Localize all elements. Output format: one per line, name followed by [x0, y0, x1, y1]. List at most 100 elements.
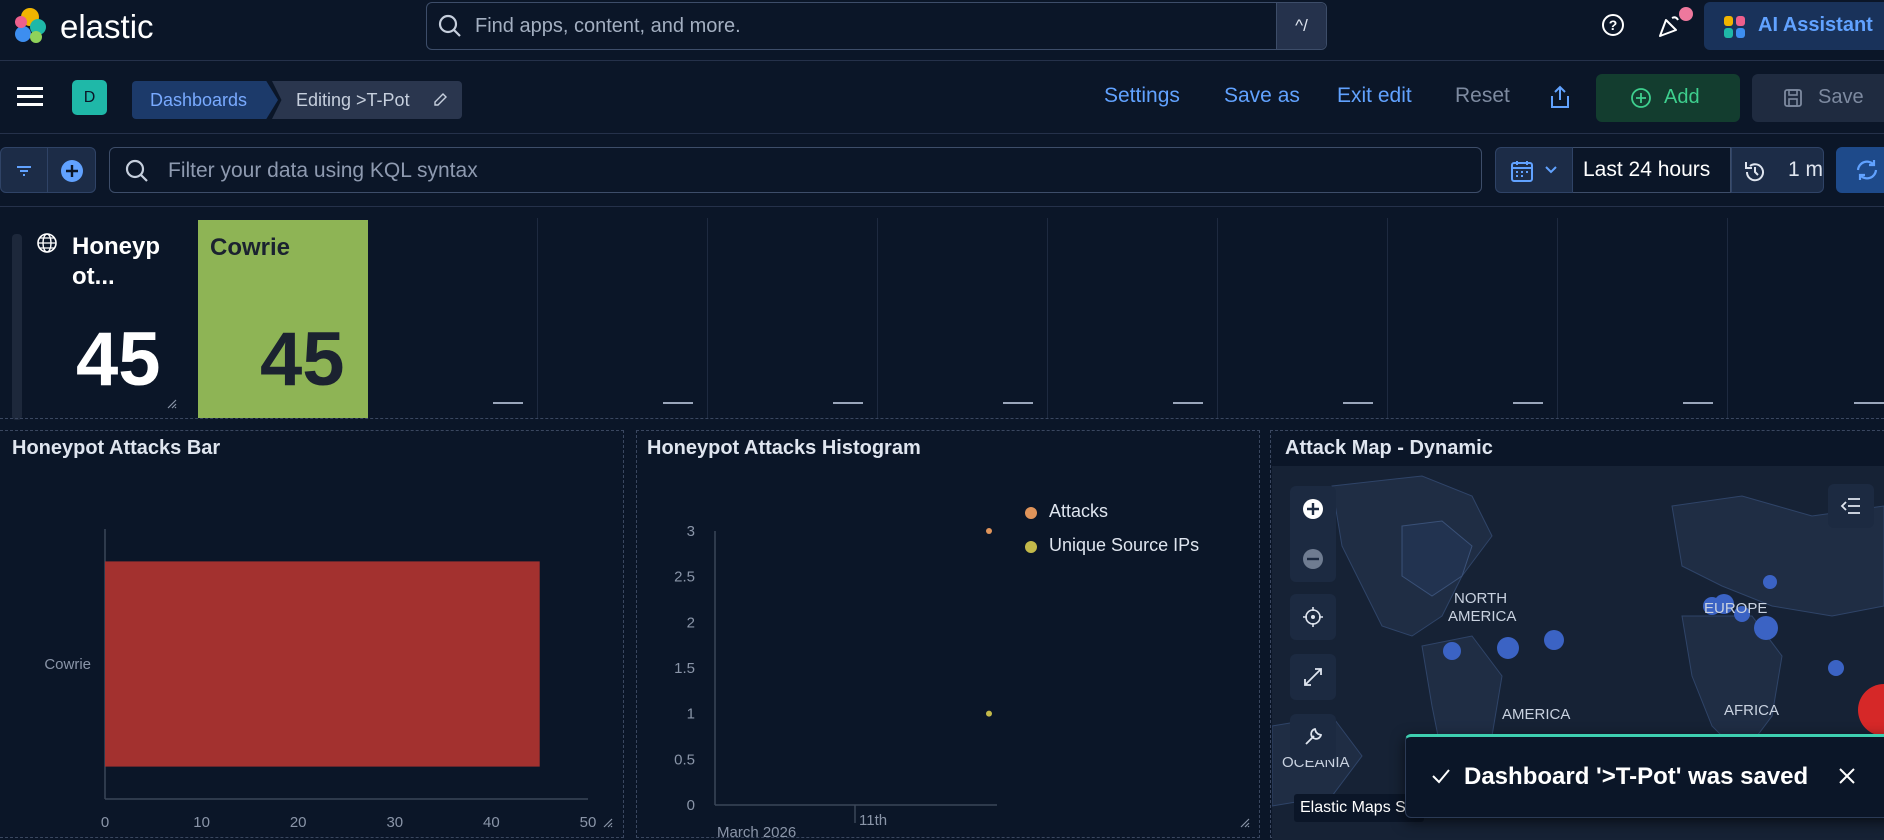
- filter-menu-button[interactable]: [0, 147, 48, 193]
- map-label: AMERICA: [1448, 608, 1517, 625]
- y-category-label: Cowrie: [44, 656, 91, 673]
- save-icon: [1784, 89, 1802, 107]
- add-panel-button[interactable]: Add: [1596, 74, 1740, 122]
- kql-query-input[interactable]: Filter your data using KQL syntax: [109, 147, 1482, 193]
- elastic-logo-icon[interactable]: [10, 6, 50, 46]
- metric-cell-empty: [1388, 218, 1558, 418]
- metric-cell-empty: [368, 218, 538, 418]
- query-bar: Filter your data using KQL syntax Last 2…: [0, 135, 1884, 207]
- add-filter-button[interactable]: [48, 147, 96, 193]
- panel-title: Honeypot Attacks Bar: [12, 437, 221, 459]
- ai-assistant-button[interactable]: AI Assistant: [1704, 2, 1884, 50]
- top-header: elastic Find apps, content, and more. ^/…: [0, 0, 1884, 61]
- collapse-left-icon: [1840, 498, 1860, 514]
- dashboard-toolbar: D Editing >T-Pot Dashboards Settings Sav…: [0, 62, 1884, 134]
- metric-value: 45: [260, 317, 345, 402]
- ai-assistant-label: AI Assistant: [1758, 14, 1873, 36]
- locate-button[interactable]: [1290, 594, 1336, 640]
- toast-message: Dashboard '>T-Pot' was saved: [1464, 763, 1809, 790]
- search-shortcut-badge: ^/: [1276, 3, 1326, 49]
- plus-circle-icon: [1631, 88, 1651, 108]
- resize-handle-icon[interactable]: [1239, 817, 1251, 829]
- map-label: AMERICA: [1502, 706, 1571, 723]
- refresh-button[interactable]: [1836, 147, 1884, 193]
- layer-panel-toggle[interactable]: [1828, 484, 1874, 528]
- map-tools-button[interactable]: [1290, 714, 1336, 760]
- exit-edit-link[interactable]: Exit edit: [1337, 84, 1412, 108]
- metric-panel-honeypot[interactable]: Honeyp ot... 45: [0, 218, 186, 420]
- add-label: Add: [1664, 86, 1700, 108]
- plus-circle-icon: [61, 160, 83, 182]
- metric-cell-empty: [538, 218, 708, 418]
- row-divider: [0, 418, 1884, 419]
- save-as-link[interactable]: Save as: [1224, 84, 1300, 108]
- histogram-chart: 0 0.5 1 1.5 2 2.5 3 March 2026 11th: [674, 523, 997, 837]
- breadcrumb-dashboards[interactable]: Dashboards: [132, 81, 278, 119]
- legend-label-attacks[interactable]: Attacks: [1049, 501, 1108, 522]
- time-range-display[interactable]: Last 24 hours: [1573, 147, 1731, 193]
- x-tick-label: 11th: [859, 812, 887, 829]
- x-axis-label: March 2026: [717, 824, 796, 837]
- expand-icon: [1304, 668, 1322, 686]
- reset-link[interactable]: Reset: [1455, 84, 1510, 108]
- breadcrumb-current[interactable]: Editing >T-Pot: [272, 81, 462, 119]
- map-label: NORTH: [1454, 590, 1508, 607]
- zoom-out-icon[interactable]: [1302, 548, 1324, 570]
- refresh-interval-button[interactable]: 1 m: [1731, 147, 1824, 193]
- svg-text:?: ?: [1609, 17, 1618, 33]
- ai-assistant-icon: [1724, 16, 1745, 38]
- metric-cell-empty: [1728, 218, 1884, 418]
- y-tick-label: 1.5: [674, 660, 695, 677]
- metric-color-bar: [12, 234, 22, 420]
- resize-handle-icon[interactable]: [166, 398, 178, 410]
- y-tick-label: 2.5: [674, 569, 695, 586]
- save-button[interactable]: Save: [1752, 74, 1884, 122]
- legend-label-unique-ips[interactable]: Unique Source IPs: [1049, 535, 1199, 556]
- metric-cell-empty: [708, 218, 878, 418]
- y-tick-label: 0: [687, 797, 695, 814]
- kql-placeholder: Filter your data using KQL syntax: [168, 159, 478, 182]
- metric-title-line1: Honeyp: [72, 233, 161, 260]
- data-point-1: [986, 710, 992, 717]
- chevron-down-icon: [1545, 166, 1557, 174]
- metric-cell-empty: [1558, 218, 1728, 418]
- x-tick-label: 0: [101, 814, 109, 831]
- legend-dot-attacks: [1025, 507, 1037, 519]
- share-icon[interactable]: [1548, 84, 1572, 110]
- panel-honeypot-attacks-histogram[interactable]: Honeypot Attacks Histogram 0 0.5 1 1.5 2 2.5 3…: [636, 430, 1260, 838]
- search-icon: [125, 159, 148, 182]
- settings-link[interactable]: Settings: [1104, 84, 1180, 108]
- date-quick-select-button[interactable]: [1495, 147, 1573, 193]
- metric-panel-cowrie[interactable]: Cowrie 45: [198, 220, 368, 418]
- pencil-icon: [434, 93, 447, 106]
- bar-cowrie: [105, 561, 540, 767]
- close-icon[interactable]: [1836, 765, 1858, 787]
- global-search-input[interactable]: Find apps, content, and more. ^/: [426, 2, 1327, 50]
- fullscreen-button[interactable]: [1290, 654, 1336, 700]
- brand-name[interactable]: elastic: [60, 8, 154, 46]
- map-label: EUROPE: [1704, 600, 1768, 617]
- wrench-icon: [1305, 727, 1323, 745]
- refresh-icon: [1856, 160, 1878, 180]
- y-tick-label: 3: [687, 523, 695, 540]
- check-icon: [1432, 769, 1450, 784]
- zoom-in-icon[interactable]: [1302, 498, 1324, 520]
- calendar-icon: [1511, 161, 1533, 182]
- zoom-controls: [1290, 486, 1336, 582]
- panel-title: Attack Map - Dynamic: [1285, 437, 1493, 459]
- x-tick-label: 40: [483, 814, 500, 831]
- panel-title: Honeypot Attacks Histogram: [647, 437, 921, 459]
- save-label: Save: [1818, 86, 1864, 108]
- x-tick-label: 20: [290, 814, 307, 831]
- help-icon[interactable]: ?: [1600, 12, 1626, 38]
- filter-icon: [17, 166, 31, 176]
- resize-handle-icon[interactable]: [602, 817, 614, 829]
- notification-dot: [1679, 7, 1693, 21]
- data-point-0: [986, 528, 992, 534]
- panel-honeypot-attacks-bar[interactable]: Honeypot Attacks Bar 0 10 20 30 40 50 Cowrie: [0, 430, 624, 838]
- y-tick-label: 1: [687, 706, 695, 723]
- menu-icon[interactable]: [16, 86, 44, 108]
- x-tick-label: 30: [386, 814, 403, 831]
- search-placeholder: Find apps, content, and more.: [475, 15, 741, 37]
- space-avatar[interactable]: D: [72, 80, 107, 115]
